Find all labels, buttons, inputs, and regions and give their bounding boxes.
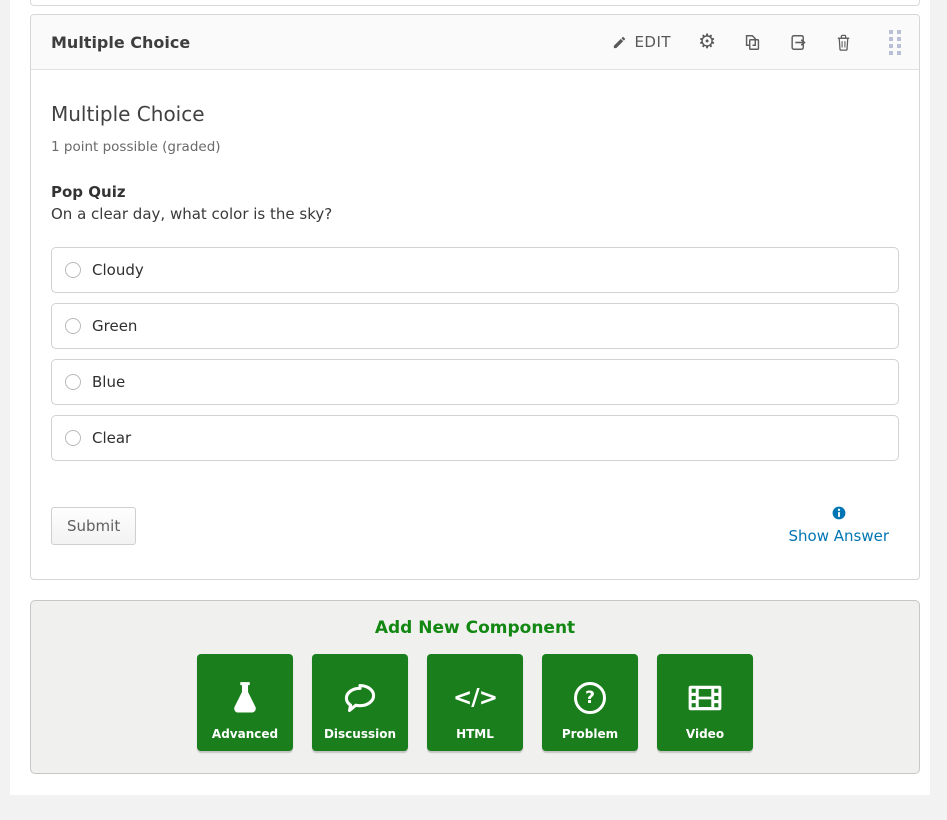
info-icon	[832, 505, 846, 524]
problem-preview: Multiple Choice 1 point possible (graded…	[31, 70, 919, 579]
choice-option-blue[interactable]: Blue	[51, 359, 899, 405]
radio-icon[interactable]	[65, 430, 81, 446]
problem-title: Multiple Choice	[51, 102, 899, 126]
duplicate-icon	[743, 40, 762, 55]
film-icon	[687, 669, 723, 727]
add-problem-button[interactable]: ? Problem	[542, 654, 638, 751]
unit-content-area: Multiple Choice EDIT ⚙	[10, 0, 930, 795]
settings-button[interactable]: ⚙	[698, 32, 716, 52]
choice-option-clear[interactable]: Clear	[51, 415, 899, 461]
pencil-icon	[612, 35, 627, 50]
choice-option-cloudy[interactable]: Cloudy	[51, 247, 899, 293]
code-icon: </>	[453, 669, 497, 727]
speech-bubble-icon	[341, 669, 379, 727]
previous-component-edge	[30, 0, 920, 6]
multiple-choice-component-card: Multiple Choice EDIT ⚙	[30, 14, 920, 580]
edit-button-label: EDIT	[634, 33, 671, 51]
component-header: Multiple Choice EDIT ⚙	[31, 15, 919, 70]
radio-icon[interactable]	[65, 374, 81, 390]
flask-icon	[228, 669, 262, 727]
add-button-label: Discussion	[324, 727, 396, 741]
question-title: Pop Quiz	[51, 183, 899, 201]
delete-button[interactable]	[835, 33, 852, 52]
gear-icon: ⚙	[698, 31, 716, 53]
component-title: Multiple Choice	[51, 33, 190, 52]
add-html-button[interactable]: </> HTML	[427, 654, 523, 751]
add-new-component-panel: Add New Component Advanced Discussion	[30, 600, 920, 774]
problem-actions-row: Submit Show Answer	[51, 505, 899, 545]
add-button-label: Video	[686, 727, 724, 741]
add-button-label: HTML	[456, 727, 494, 741]
duplicate-button[interactable]	[743, 33, 762, 52]
add-button-label: Advanced	[212, 727, 278, 741]
edit-button[interactable]: EDIT	[612, 33, 671, 51]
choice-label: Blue	[92, 373, 125, 391]
add-video-button[interactable]: Video	[657, 654, 753, 751]
radio-icon[interactable]	[65, 262, 81, 278]
component-actions: EDIT ⚙	[612, 30, 901, 55]
show-answer-block: Show Answer	[789, 505, 890, 545]
add-discussion-button[interactable]: Discussion	[312, 654, 408, 751]
add-advanced-button[interactable]: Advanced	[197, 654, 293, 751]
question-text: On a clear day, what color is the sky?	[51, 205, 899, 223]
choice-label: Clear	[92, 429, 131, 447]
add-button-label: Problem	[562, 727, 618, 741]
points-possible-text: 1 point possible (graded)	[51, 139, 899, 155]
submit-button[interactable]: Submit	[51, 507, 136, 545]
choice-option-green[interactable]: Green	[51, 303, 899, 349]
radio-icon[interactable]	[65, 318, 81, 334]
move-button[interactable]	[789, 33, 808, 52]
drag-handle-icon[interactable]	[889, 30, 901, 55]
question-circle-icon: ?	[574, 669, 606, 727]
choice-label: Green	[92, 317, 137, 335]
show-answer-link[interactable]: Show Answer	[789, 527, 890, 545]
add-new-component-title: Add New Component	[31, 618, 919, 638]
delete-icon	[835, 40, 852, 55]
component-type-buttons: Advanced Discussion </> HTML ?	[31, 654, 919, 751]
move-icon	[789, 40, 808, 55]
choice-label: Cloudy	[92, 261, 144, 279]
choice-list: Cloudy Green Blue Clear	[51, 247, 899, 461]
